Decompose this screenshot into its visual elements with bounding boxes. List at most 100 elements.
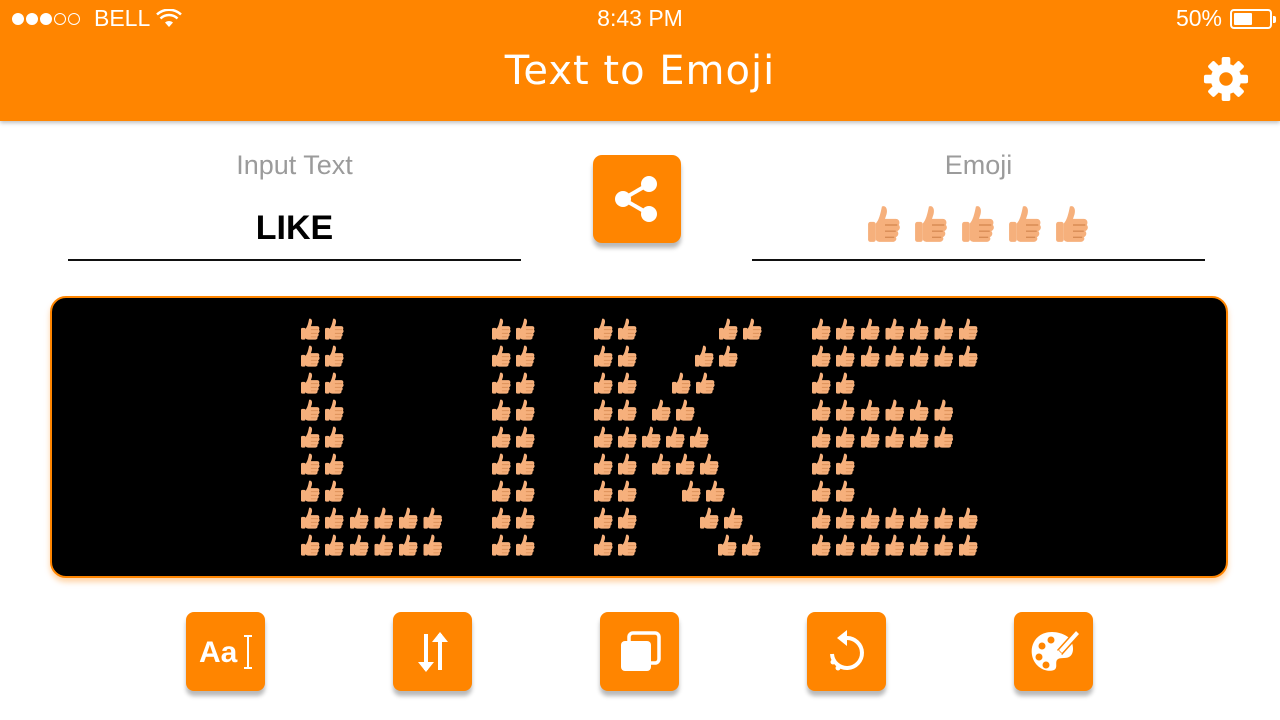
thumbs-up-emoji <box>594 399 613 421</box>
font-icon: Aa <box>199 634 252 669</box>
thumbs-up-emoji <box>325 345 344 367</box>
thumbs-up-emoji <box>836 318 855 340</box>
battery-status: 50% <box>1176 5 1276 32</box>
thumbs-up-emoji <box>812 507 831 529</box>
thumbs-up-emoji <box>594 372 613 394</box>
thumbs-up-emoji <box>836 345 855 367</box>
thumbs-up-emoji <box>618 534 637 556</box>
rotate-icon <box>829 629 864 670</box>
thumbs-up-emoji <box>812 399 831 421</box>
thumbs-up-emoji <box>676 399 695 421</box>
thumbs-up-emoji <box>934 534 954 556</box>
thumbs-up-emoji <box>492 318 511 340</box>
thumbs-up-emoji <box>301 372 320 394</box>
color-button[interactable] <box>1014 612 1093 691</box>
thumbs-up-emoji <box>516 453 535 475</box>
emoji-art <box>301 318 978 556</box>
gear-icon[interactable] <box>1203 56 1249 102</box>
emoji-label: Emoji <box>944 150 1013 180</box>
status-bar: BELL 8:43 PM 50% <box>0 0 1280 36</box>
thumbs-up-emoji <box>492 534 511 556</box>
thumbs-up-emoji <box>812 426 831 448</box>
thumbs-up-emoji <box>1055 206 1088 242</box>
thumbs-up-emoji <box>910 507 929 529</box>
thumbs-up-emoji <box>742 534 761 556</box>
thumbs-up-emoji <box>492 399 511 421</box>
header-bar: BELL 8:43 PM 50% Text to Emoji <box>0 0 1280 121</box>
thumbs-up-emoji <box>642 426 661 448</box>
thumbs-up-emoji <box>594 345 613 367</box>
thumbs-up-emoji <box>516 399 535 421</box>
thumbs-up-emoji <box>690 426 709 448</box>
thumbs-up-emoji <box>959 318 978 340</box>
emoji-input[interactable] <box>752 205 1205 249</box>
thumbs-up-emoji <box>910 318 929 340</box>
thumbs-up-emoji <box>934 426 954 448</box>
thumbs-up-emoji <box>374 507 394 529</box>
thumbs-up-emoji <box>959 345 978 367</box>
thumbs-up-emoji <box>812 453 831 475</box>
thumbs-up-emoji <box>492 507 511 529</box>
swap-vertical-icon <box>417 631 448 672</box>
thumbs-up-emoji <box>325 318 344 340</box>
thumbs-up-emoji <box>516 372 535 394</box>
share-button[interactable] <box>593 155 681 243</box>
thumbs-up-emoji <box>301 318 320 340</box>
thumbs-up-emoji <box>812 534 831 556</box>
thumbs-up-emoji <box>516 318 535 340</box>
thumbs-up-emoji <box>934 399 954 421</box>
thumbs-up-emoji <box>836 534 855 556</box>
thumbs-up-emoji <box>861 399 880 421</box>
thumbs-up-emoji <box>301 480 320 502</box>
thumbs-up-emoji <box>959 534 978 556</box>
thumbs-up-emoji <box>910 399 929 421</box>
thumbs-up-emoji <box>867 206 900 242</box>
thumbs-up-emoji <box>350 507 369 529</box>
thumbs-up-emoji <box>618 426 637 448</box>
thumbs-up-emoji <box>706 480 725 502</box>
thumbs-up-emoji <box>836 480 855 502</box>
flip-button[interactable] <box>393 612 472 691</box>
thumbs-up-emoji <box>836 507 855 529</box>
text-input[interactable]: LIKE <box>68 209 521 248</box>
thumbs-up-emoji <box>885 399 905 421</box>
thumbs-up-emoji <box>695 345 714 367</box>
thumbs-up-emoji <box>652 453 671 475</box>
thumbs-up-emoji <box>959 507 978 529</box>
thumbs-up-emoji <box>1008 206 1041 242</box>
thumbs-up-emoji <box>325 480 344 502</box>
status-time: 8:43 PM <box>597 5 683 31</box>
copy-button[interactable] <box>600 612 679 691</box>
thumbs-up-emoji <box>516 507 535 529</box>
thumbs-up-emoji <box>676 453 695 475</box>
thumbs-up-emoji <box>301 453 320 475</box>
rotate-button[interactable] <box>807 612 886 691</box>
input-underline <box>68 259 521 261</box>
thumbs-up-emoji <box>618 372 637 394</box>
thumbs-up-emoji <box>516 426 535 448</box>
thumbs-up-emoji <box>492 453 511 475</box>
thumbs-up-emoji <box>812 318 831 340</box>
thumbs-up-emoji <box>910 534 929 556</box>
thumbs-up-emoji <box>961 206 994 242</box>
thumbs-up-emoji <box>861 345 880 367</box>
thumbs-up-emoji <box>301 399 320 421</box>
thumbs-up-emoji <box>885 345 905 367</box>
thumbs-up-emoji <box>594 507 613 529</box>
thumbs-up-emoji <box>914 206 947 242</box>
palette-icon <box>1031 628 1081 671</box>
thumbs-up-emoji <box>812 372 831 394</box>
thumbs-up-emoji <box>652 399 671 421</box>
thumbs-up-emoji <box>743 318 762 340</box>
thumbs-up-emoji <box>301 426 320 448</box>
thumbs-up-emoji <box>516 480 535 502</box>
share-icon <box>615 176 657 222</box>
thumbs-up-emoji <box>423 507 443 529</box>
font-button[interactable]: Aa <box>186 612 265 691</box>
thumbs-up-emoji <box>700 507 719 529</box>
thumbs-up-emoji <box>910 426 929 448</box>
thumbs-up-emoji <box>696 372 715 394</box>
thumbs-up-emoji <box>618 399 637 421</box>
thumbs-up-emoji <box>861 318 880 340</box>
thumbs-up-emoji <box>618 345 637 367</box>
